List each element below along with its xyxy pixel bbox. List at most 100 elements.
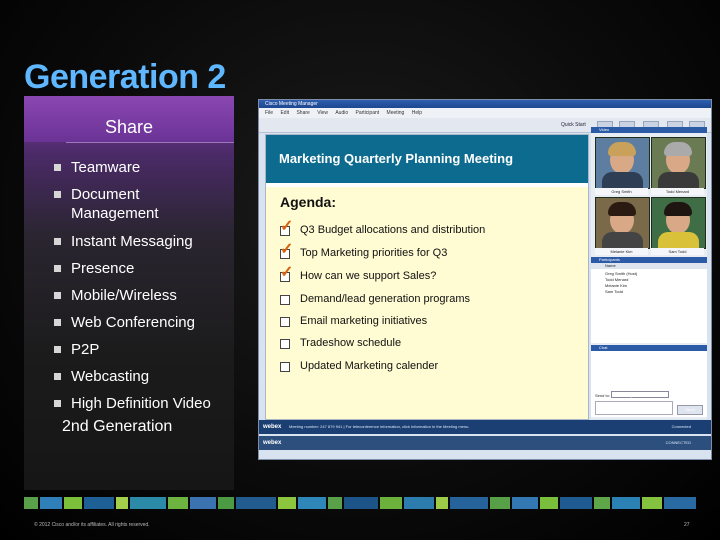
agenda-checkbox[interactable] xyxy=(280,362,290,372)
participants-column-header: Name xyxy=(591,263,707,269)
share-divider xyxy=(66,142,234,143)
menu-item-share[interactable]: Share xyxy=(296,110,309,116)
bullet-square-icon xyxy=(54,238,61,245)
agenda-checkbox[interactable] xyxy=(280,339,290,349)
bullet-square-icon xyxy=(54,191,61,198)
footer-color-bar xyxy=(0,497,720,509)
footer-segment xyxy=(190,497,216,509)
share-heading: Share xyxy=(104,117,154,137)
menu-item-audio[interactable]: Audio xyxy=(335,110,348,116)
footer-segment xyxy=(236,497,276,509)
footer-segment xyxy=(450,497,488,509)
copyright-text: © 2012 Cisco and/or its affiliates. All … xyxy=(34,522,150,528)
footer-segment xyxy=(380,497,402,509)
footer-segment xyxy=(490,497,510,509)
meeting-screenshot: Cisco Meeting Manager File Edit Share Vi… xyxy=(258,99,712,460)
bullet-square-icon xyxy=(54,265,61,272)
video-tile[interactable] xyxy=(651,137,706,189)
participant-hair xyxy=(664,202,692,216)
webex-logo: webex xyxy=(263,424,282,430)
window-title-bar: Cisco Meeting Manager xyxy=(259,100,711,108)
chat-input[interactable] xyxy=(595,401,673,415)
checkmark-icon: ✓ xyxy=(280,218,294,235)
footer-segment xyxy=(642,497,662,509)
menu-item-file[interactable]: File xyxy=(265,110,273,116)
footer-segment xyxy=(64,497,82,509)
generation-caption: 2nd Generation xyxy=(62,418,173,435)
footer-segment xyxy=(594,497,610,509)
footer-segment xyxy=(130,497,166,509)
footer-segment xyxy=(40,497,62,509)
participant-hair xyxy=(664,142,692,156)
page-number: 27 xyxy=(684,522,690,528)
checkmark-icon: ✓ xyxy=(280,241,294,258)
send-to-label: Send to: xyxy=(595,393,610,398)
shared-content-area: Marketing Quarterly Planning Meeting Age… xyxy=(265,134,589,420)
footer-segment xyxy=(84,497,114,509)
bullet-square-icon xyxy=(54,164,61,171)
chat-area: Send to: All Participants Send xyxy=(591,351,707,417)
status-bar-secondary: webex CONNECTED xyxy=(259,436,711,450)
footer-segment xyxy=(512,497,538,509)
menu-item-participant[interactable]: Participant xyxy=(356,110,380,116)
send-button[interactable]: Send xyxy=(677,405,703,415)
video-name: Greg Smith xyxy=(595,188,648,195)
video-tile[interactable] xyxy=(595,137,650,189)
status-text: Meeting number: 247 879 941 | For teleco… xyxy=(289,424,470,429)
footer-segment xyxy=(404,497,434,509)
footer-segment xyxy=(560,497,592,509)
bullet-square-icon xyxy=(54,292,61,299)
slide-title: Generation 2 xyxy=(24,58,226,96)
menu-item-help[interactable]: Help xyxy=(412,110,422,116)
agenda-heading: Agenda: xyxy=(280,194,336,210)
list-item[interactable]: Melanie Kim xyxy=(605,283,627,288)
webex-logo: webex xyxy=(263,440,282,446)
footer-segment xyxy=(298,497,326,509)
menu-item-edit[interactable]: Edit xyxy=(280,110,289,116)
agenda-panel: Agenda: ✓ Q3 Budget allocations and dist… xyxy=(266,187,588,419)
video-panel-header[interactable]: Video xyxy=(591,127,707,133)
footer-segment xyxy=(218,497,234,509)
footer-segment xyxy=(344,497,378,509)
footer-segment xyxy=(168,497,188,509)
send-to-select[interactable]: All Participants xyxy=(611,391,669,398)
bullet-square-icon xyxy=(54,373,61,380)
video-tile[interactable] xyxy=(651,197,706,249)
checkmark-icon: ✓ xyxy=(280,264,294,281)
footer-segment xyxy=(328,497,342,509)
bullet-square-icon xyxy=(54,346,61,353)
footer-segment xyxy=(436,497,448,509)
participant-body xyxy=(658,172,699,188)
footer-segment xyxy=(24,497,38,509)
list-item[interactable]: Sam Todd xyxy=(605,289,623,294)
footer-segment xyxy=(540,497,558,509)
footer-segment xyxy=(612,497,640,509)
video-name: Todd Menard xyxy=(651,188,704,195)
participant-body xyxy=(602,232,643,248)
participant-hair xyxy=(608,202,636,216)
quick-start-button[interactable]: Quick Start xyxy=(561,122,586,128)
meeting-title: Marketing Quarterly Planning Meeting xyxy=(266,135,588,183)
participants-list: Name Greg Smith (Host) Todd Menard Melan… xyxy=(591,263,707,343)
slide: Generation 2 Share Teamware Document Man… xyxy=(0,0,720,540)
status-connected: Connected xyxy=(671,424,691,429)
menu-bar: File Edit Share View Audio Participant M… xyxy=(259,108,711,118)
video-tile[interactable] xyxy=(595,197,650,249)
agenda-checkbox[interactable] xyxy=(280,317,290,327)
list-item[interactable]: Greg Smith (Host) xyxy=(605,271,637,276)
list-item[interactable]: Todd Menard xyxy=(605,277,628,282)
agenda-checkbox[interactable] xyxy=(280,295,290,305)
participant-body xyxy=(658,232,699,248)
video-name: Sam Todd xyxy=(651,248,704,255)
status-bar: webex Meeting number: 247 879 941 | For … xyxy=(259,420,711,434)
participant-hair xyxy=(608,142,636,156)
right-sidebar: Video Greg Smith Todd Menard Melanie Kim xyxy=(591,127,707,419)
menu-item-view[interactable]: View xyxy=(317,110,328,116)
footer-segment xyxy=(278,497,296,509)
status-connected: CONNECTED xyxy=(665,440,691,445)
footer-segment xyxy=(116,497,128,509)
menu-item-meeting[interactable]: Meeting xyxy=(387,110,405,116)
participant-body xyxy=(602,172,643,188)
video-name: Melanie Kim xyxy=(595,248,648,255)
footer-segment xyxy=(664,497,696,509)
